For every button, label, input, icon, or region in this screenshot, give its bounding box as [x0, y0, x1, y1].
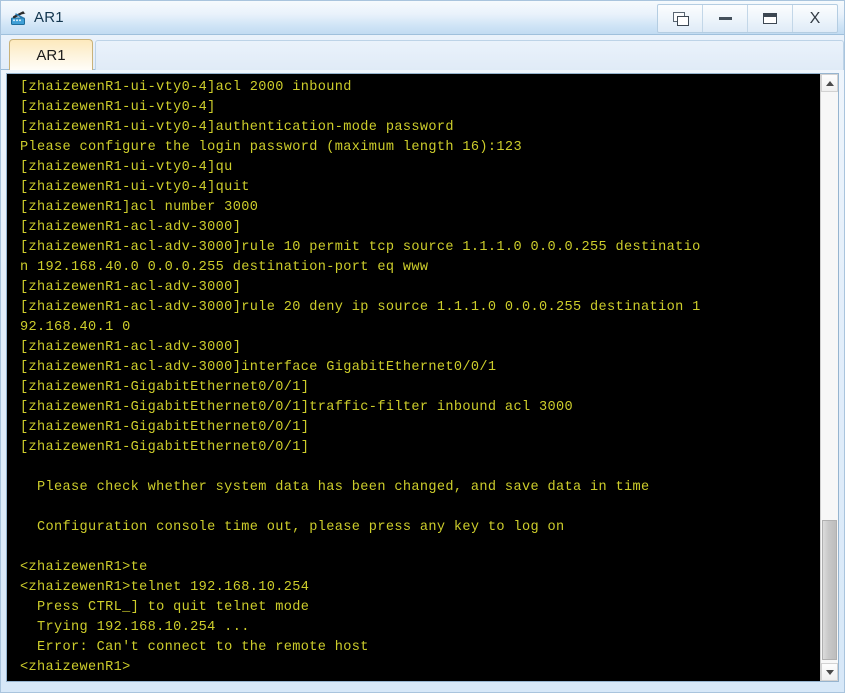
terminal-line: [zhaizewenR1-acl-adv-3000]: [20, 280, 242, 295]
scroll-up-button[interactable]: [821, 74, 838, 92]
terminal-line: Trying 192.168.10.254 ...: [20, 620, 250, 635]
minimize-button[interactable]: [703, 5, 748, 32]
chevron-up-icon: [825, 80, 834, 86]
terminal-line: [zhaizewenR1-acl-adv-3000]rule 20 deny i…: [20, 300, 701, 315]
terminal-line: [zhaizewenR1-acl-adv-3000]rule 10 permit…: [20, 240, 701, 255]
chevron-down-icon: [825, 669, 834, 675]
console-window: AR1 X AR1 [zhaizewenR1-ui-vty0-4]acl 200…: [0, 0, 845, 693]
router-icon: [10, 9, 28, 27]
terminal-line: n 192.168.40.0 0.0.0.255 destination-por…: [20, 260, 429, 275]
restore-button[interactable]: [658, 5, 703, 32]
terminal-line: [zhaizewenR1-GigabitEthernet0/0/1]: [20, 380, 310, 395]
terminal-line: [zhaizewenR1-GigabitEthernet0/0/1]: [20, 440, 310, 455]
terminal-line: [zhaizewenR1-acl-adv-3000]interface Giga…: [20, 360, 497, 375]
tab-ar1[interactable]: AR1: [9, 39, 93, 70]
title-bar: AR1 X: [1, 1, 844, 35]
terminal-line: [zhaizewenR1-ui-vty0-4]acl 2000 inbound: [20, 80, 352, 95]
terminal-line: 92.168.40.1 0: [20, 320, 131, 335]
scrollbar-track[interactable]: [821, 92, 838, 663]
close-button[interactable]: X: [793, 5, 837, 32]
terminal-line: [zhaizewenR1-GigabitEthernet0/0/1]: [20, 420, 310, 435]
scrollbar-thumb[interactable]: [822, 520, 837, 660]
maximize-button[interactable]: [748, 5, 793, 32]
terminal-line: Please configure the login password (max…: [20, 140, 522, 155]
terminal-line: [zhaizewenR1-ui-vty0-4]qu: [20, 160, 233, 175]
maximize-icon: [763, 13, 777, 24]
terminal-line: Please check whether system data has bee…: [20, 480, 650, 495]
restore-icon: [672, 12, 689, 26]
terminal-line: <zhaizewenR1>: [20, 660, 131, 675]
minimize-icon: [718, 17, 732, 20]
terminal-line: [zhaizewenR1-acl-adv-3000]: [20, 220, 242, 235]
terminal-line: <zhaizewenR1>telnet 192.168.10.254: [20, 580, 310, 595]
terminal-line: <zhaizewenR1>te: [20, 560, 148, 575]
terminal-output[interactable]: [zhaizewenR1-ui-vty0-4]acl 2000 inbound […: [7, 74, 820, 681]
terminal-scrollbar[interactable]: [820, 74, 838, 681]
terminal-line: [zhaizewenR1-acl-adv-3000]: [20, 340, 242, 355]
window-title: AR1: [34, 8, 64, 26]
terminal-line: [zhaizewenR1-ui-vty0-4]: [20, 100, 216, 115]
tab-strip: AR1: [1, 35, 844, 70]
terminal-line: Error: Can't connect to the remote host: [20, 640, 369, 655]
terminal-line: [zhaizewenR1]acl number 3000: [20, 200, 259, 215]
terminal-line: Configuration console time out, please p…: [20, 520, 565, 535]
terminal-line: Press CTRL_] to quit telnet mode: [20, 600, 310, 615]
scroll-down-button[interactable]: [821, 663, 838, 681]
terminal-line: [zhaizewenR1-ui-vty0-4]quit: [20, 180, 250, 195]
tab-label: AR1: [36, 46, 66, 64]
close-icon: X: [809, 9, 821, 27]
terminal-line: [zhaizewenR1-GigabitEthernet0/0/1]traffi…: [20, 400, 573, 415]
terminal-panel: [zhaizewenR1-ui-vty0-4]acl 2000 inbound […: [6, 73, 839, 682]
tab-strip-filler: [95, 40, 844, 70]
terminal-line: [zhaizewenR1-ui-vty0-4]authentication-mo…: [20, 120, 454, 135]
window-controls: X: [657, 4, 838, 33]
